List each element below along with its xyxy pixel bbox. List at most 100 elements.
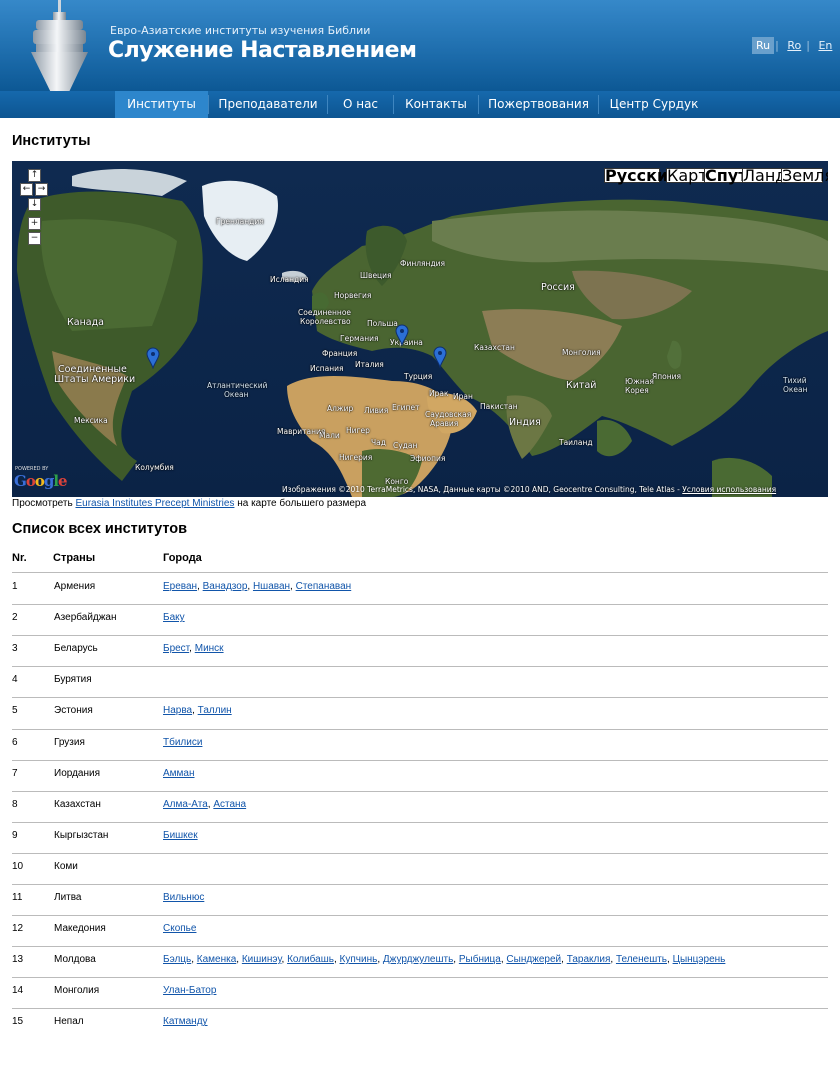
row-number: 9 [12, 829, 18, 841]
map-label-niger: Нигер [346, 426, 370, 435]
city-link[interactable]: Рыбница [459, 954, 501, 965]
row-number: 15 [12, 1016, 24, 1028]
map-label-atlantic-line1: Атлантический [207, 381, 268, 390]
lang-ro[interactable]: Ro [783, 37, 805, 54]
map-type-satellite[interactable]: Спут. [704, 168, 754, 184]
map-label-kazakhstan: Казахстан [474, 343, 515, 352]
pan-right-button[interactable]: → [35, 183, 48, 196]
city-link[interactable]: Купчинь [340, 954, 378, 965]
header-nr: Nr. [12, 552, 27, 564]
map-label-nigeria: Нигерия [339, 453, 373, 462]
row-number: 8 [12, 798, 18, 810]
map-marker-pin[interactable] [395, 324, 409, 346]
row-country: Бурятия [54, 674, 92, 686]
row-divider [12, 604, 828, 606]
site-title[interactable]: Служение Наставлением [108, 38, 417, 63]
map-label-uk-line2: Королевство [300, 317, 351, 326]
site-header: Евро-Азиатские институты изучения Библии… [0, 0, 840, 118]
map-label-libya: Ливия [364, 406, 389, 415]
city-link[interactable]: Каменка [197, 954, 237, 965]
zoom-in-button[interactable]: + [28, 217, 41, 230]
map-label-india: Индия [509, 417, 541, 428]
row-country: Иордания [54, 767, 101, 779]
nav-item-about[interactable]: О нас [328, 91, 393, 118]
row-number: 7 [12, 767, 18, 779]
map-type-landscape[interactable]: Ланд. [742, 168, 791, 184]
map-type-earth[interactable]: Земля [781, 168, 828, 184]
city-link[interactable]: Брест [163, 643, 189, 654]
city-link[interactable]: Ншаван [253, 581, 290, 592]
map-label-russia: Россия [541, 282, 575, 293]
city-link[interactable]: Вильнюс [163, 892, 204, 903]
row-cities: Тбилиси [163, 737, 202, 748]
row-number: 12 [12, 923, 24, 935]
larger-map-link[interactable]: Eurasia Institutes Precept Ministries [75, 498, 234, 509]
row-country: Казахстан [54, 798, 101, 810]
city-link[interactable]: Бэлць [163, 954, 191, 965]
row-divider [12, 635, 828, 637]
nav-item-donations[interactable]: Пожертвования [479, 91, 598, 118]
map-type-russian[interactable]: Русский [604, 168, 679, 184]
lang-separator: | [775, 39, 779, 52]
satellite-imagery[interactable] [12, 161, 828, 497]
city-link[interactable]: Баку [163, 612, 185, 623]
map-label-spain: Испания [310, 364, 344, 373]
city-link[interactable]: Кишинэу [242, 954, 282, 965]
larger-map-prefix: Просмотреть [12, 498, 73, 509]
city-link[interactable]: Нарва [163, 705, 192, 716]
row-number: 10 [12, 860, 24, 872]
city-link[interactable]: Минск [195, 643, 224, 654]
city-link[interactable]: Цынцэрень [673, 954, 726, 965]
row-number: 6 [12, 736, 18, 748]
row-cities: Баку [163, 612, 185, 623]
city-link[interactable]: Амман [163, 768, 195, 779]
city-link[interactable]: Астана [213, 799, 246, 810]
nav-item-surduc-center[interactable]: Центр Сурдук [599, 91, 709, 118]
city-link[interactable]: Скопье [163, 923, 196, 934]
city-link[interactable]: Алма-Ата [163, 799, 208, 810]
map-marker-pin[interactable] [146, 347, 160, 369]
city-link[interactable]: Ванадзор [203, 581, 248, 592]
city-link[interactable]: Степанаван [296, 581, 352, 592]
city-link[interactable]: Колибашь [287, 954, 334, 965]
pan-left-button[interactable]: ← [20, 183, 33, 196]
google-logo[interactable]: Google [14, 472, 68, 490]
pan-down-button[interactable]: ↓ [28, 198, 41, 211]
map-type-map[interactable]: Карта [666, 168, 717, 184]
city-link[interactable]: Улан-Батор [163, 985, 216, 996]
row-number: 13 [12, 954, 24, 966]
row-cities: Бэлць, Каменка, Кишинэу, Колибашь, Купчи… [163, 954, 725, 965]
nav-item-teachers[interactable]: Преподаватели [209, 91, 327, 118]
row-country: Эстония [54, 705, 93, 717]
row-cities: Бишкек [163, 830, 198, 841]
city-link[interactable]: Джурджулешть [383, 954, 453, 965]
terms-of-use-link[interactable]: Условия использования [682, 485, 776, 494]
row-cities: Амман [163, 768, 195, 779]
nav-item-contacts[interactable]: Контакты [394, 91, 478, 118]
view-larger-map: Просмотреть Eurasia Institutes Precept M… [12, 498, 366, 509]
city-link[interactable]: Теленешть [616, 954, 667, 965]
city-link[interactable]: Ереван [163, 581, 197, 592]
row-number: 3 [12, 643, 18, 655]
zoom-out-button[interactable]: − [28, 232, 41, 245]
city-link[interactable]: Бишкек [163, 830, 198, 841]
row-number: 11 [12, 892, 23, 903]
row-divider [12, 915, 828, 917]
city-link[interactable]: Сынджерей [506, 954, 561, 965]
nav-item-institutes[interactable]: Институты [115, 91, 208, 118]
city-link[interactable]: Тараклия [567, 954, 611, 965]
institutes-map[interactable]: Гренландия Исландия Финляндия Швеция Нор… [12, 161, 828, 497]
pan-up-button[interactable]: ↑ [28, 169, 41, 182]
map-marker-pin[interactable] [433, 346, 447, 368]
map-label-mexico: Мексика [74, 416, 108, 425]
map-label-algeria: Алжир [327, 404, 354, 413]
lang-ru[interactable]: Ru [752, 37, 775, 54]
larger-map-suffix: на карте большего размера [237, 498, 367, 509]
row-divider [12, 728, 828, 730]
city-link[interactable]: Таллин [198, 705, 232, 716]
city-link[interactable]: Катманду [163, 1016, 208, 1027]
map-label-mali: Мали [319, 431, 340, 440]
row-divider [12, 946, 828, 948]
city-link[interactable]: Тбилиси [163, 737, 202, 748]
lang-en[interactable]: En [814, 37, 836, 54]
